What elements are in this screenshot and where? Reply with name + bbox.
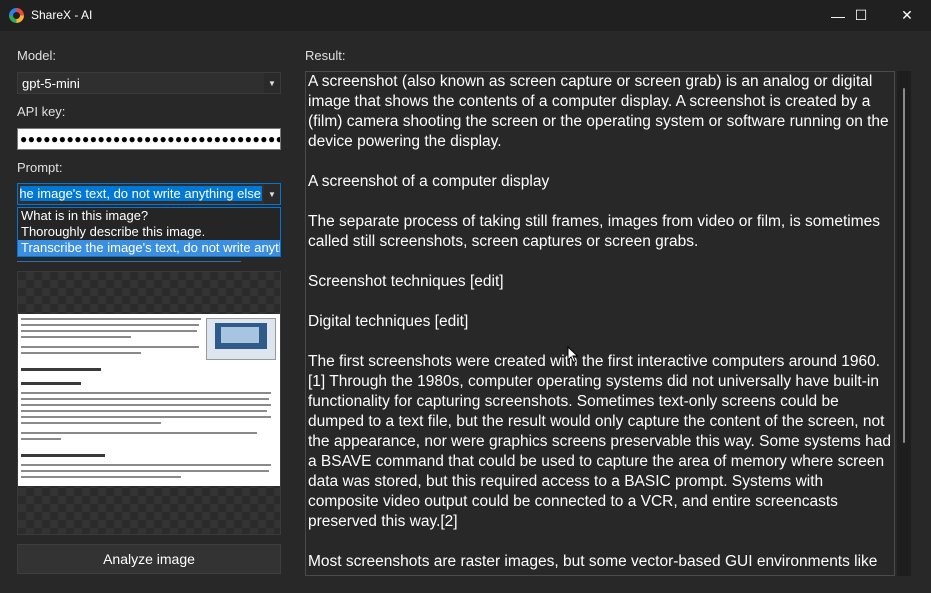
title-bar[interactable]: ShareX - AI — ☐ ✕ [0,0,931,31]
thumbnail-image [206,318,276,360]
chevron-down-icon[interactable]: ▼ [264,184,280,204]
window-title: ShareX - AI [31,8,93,22]
prompt-label: Prompt: [17,160,63,175]
mouse-cursor-icon [567,346,579,364]
model-select[interactable]: gpt-5-mini ▼ [17,72,281,94]
scrollbar-thumb[interactable] [903,88,905,443]
prompt-option[interactable]: What is in this image? [18,208,280,224]
close-button[interactable]: ✕ [884,0,930,31]
result-paragraph: Screenshot techniques [edit] [308,273,504,290]
api-key-field[interactable]: ●●●●●●●●●●●●●●●●●●●●●●●●●●●●●●●●●●●●●●●●… [17,128,281,150]
sharex-logo-icon [9,8,24,23]
maximize-button[interactable]: ☐ [838,0,884,31]
result-paragraph: A screenshot of a computer display [308,173,550,190]
result-paragraph: The separate process of taking still fra… [308,213,880,250]
result-paragraph: Most screenshots are raster images, but … [308,553,878,570]
result-paragraph: Digital techniques [edit] [308,313,469,330]
model-value: gpt-5-mini [22,76,80,91]
api-key-label: API key: [17,104,66,119]
chevron-down-icon[interactable]: ▼ [264,73,280,93]
result-textbox[interactable]: A screenshot (also known as screen captu… [305,71,895,576]
result-paragraph: A screenshot (also known as screen captu… [308,73,889,150]
api-key-value: ●●●●●●●●●●●●●●●●●●●●●●●●●●●●●●●●●●●●●●●●… [20,132,280,146]
prompt-dropdown-list: What is in this image? Thoroughly descri… [17,207,281,257]
screenshot-thumbnail [18,314,280,486]
prompt-option-selected[interactable]: Transcribe the image's text, do not writ… [18,240,280,256]
result-scrollbar[interactable] [897,71,911,576]
prompt-option[interactable]: Thoroughly describe this image. [18,224,280,240]
main-panel: Model: gpt-5-mini ▼ API key: ●●●●●●●●●●●… [0,31,931,593]
model-label: Model: [17,48,57,63]
result-label: Result: [305,48,346,63]
analyze-image-button[interactable]: Analyze image [17,544,281,574]
prompt-select[interactable]: Transcribe the image's text, do not writ… [17,183,281,205]
result-paragraph: The first screenshots were created with … [308,353,891,530]
image-preview [17,271,281,535]
sharex-ai-window: ShareX - AI — ☐ ✕ Model: gpt-5-mini ▼ AP… [0,0,931,593]
prompt-value[interactable]: Transcribe the image's text, do not writ… [20,186,262,201]
